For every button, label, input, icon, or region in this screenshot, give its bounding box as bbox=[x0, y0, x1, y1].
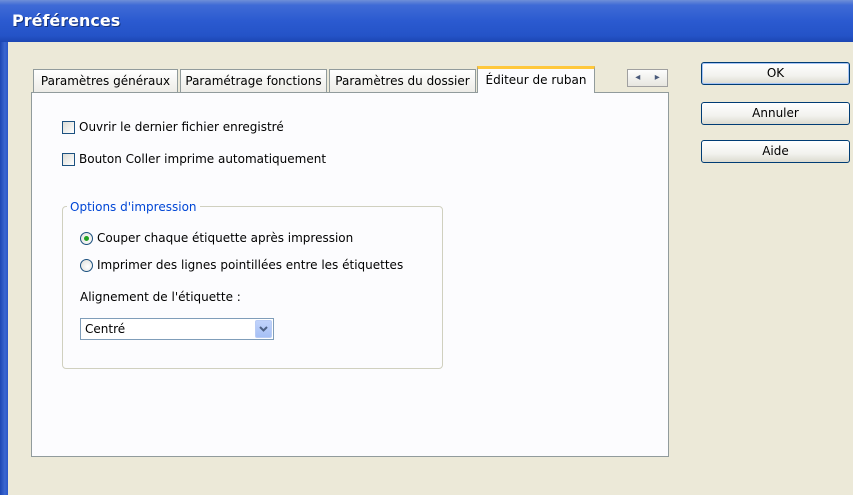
title-bar[interactable]: Préférences bbox=[0, 0, 853, 42]
open-last-file-option[interactable]: Ouvrir le dernier fichier enregistré bbox=[62, 119, 284, 135]
tab-function-settings[interactable]: Paramétrage fonctions bbox=[180, 69, 327, 93]
cut-each-label-radio[interactable] bbox=[80, 231, 93, 245]
paste-autoprint-option[interactable]: Bouton Coller imprime automatiquement bbox=[62, 151, 326, 167]
alignment-label: Alignement de l'étiquette : bbox=[80, 290, 241, 304]
tab-label: Paramètres généraux bbox=[40, 74, 171, 88]
paste-autoprint-checkbox[interactable] bbox=[62, 152, 75, 166]
preferences-dialog: Préférences Paramètres généraux Paramétr… bbox=[0, 0, 853, 495]
tab-scroll-buttons: ◂ ▸ bbox=[627, 69, 668, 87]
window-title: Préférences bbox=[12, 11, 121, 30]
tab-label: Éditeur de ruban bbox=[485, 73, 587, 87]
open-last-file-checkbox[interactable] bbox=[62, 120, 75, 134]
dotted-lines-radio[interactable] bbox=[80, 258, 93, 272]
tab-folder-settings[interactable]: Paramètres du dossier bbox=[329, 69, 476, 93]
cancel-button[interactable]: Annuler bbox=[701, 102, 850, 125]
cut-each-label-label: Couper chaque étiquette après impression bbox=[97, 231, 354, 245]
alignment-select[interactable]: Centré bbox=[80, 318, 274, 340]
tab-general-settings[interactable]: Paramètres généraux bbox=[33, 69, 178, 93]
tab-label: Paramétrage fonctions bbox=[185, 74, 322, 88]
tab-scroll-right-icon[interactable]: ▸ bbox=[648, 70, 668, 86]
alignment-selected-value: Centré bbox=[85, 322, 126, 336]
dotted-lines-option[interactable]: Imprimer des lignes pointillées entre le… bbox=[80, 257, 403, 273]
open-last-file-label: Ouvrir le dernier fichier enregistré bbox=[79, 120, 284, 134]
ok-button[interactable]: OK bbox=[701, 62, 850, 85]
cut-each-label-option[interactable]: Couper chaque étiquette après impression bbox=[80, 230, 353, 246]
paste-autoprint-label: Bouton Coller imprime automatiquement bbox=[79, 152, 327, 166]
chevron-down-icon[interactable] bbox=[255, 320, 272, 338]
help-button[interactable]: Aide bbox=[701, 140, 850, 163]
tab-label: Paramètres du dossier bbox=[335, 74, 470, 88]
dotted-lines-label: Imprimer des lignes pointillées entre le… bbox=[97, 258, 404, 272]
window-frame-left bbox=[0, 42, 8, 495]
print-options-title: Options d'impression bbox=[67, 200, 200, 214]
tab-ribbon-editor[interactable]: Éditeur de ruban bbox=[477, 66, 595, 93]
tab-scroll-left-icon[interactable]: ◂ bbox=[628, 70, 648, 86]
